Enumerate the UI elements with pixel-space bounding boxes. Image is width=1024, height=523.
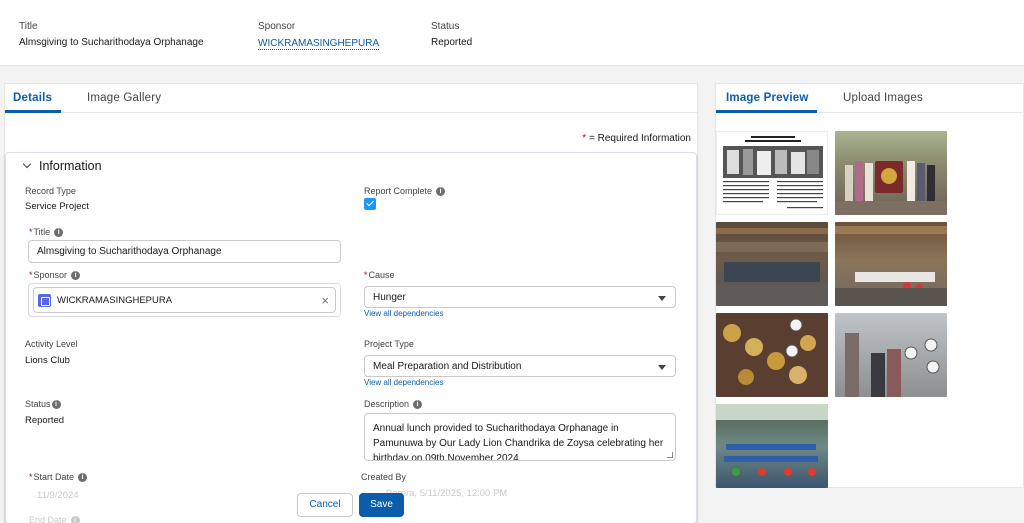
close-icon[interactable]: ×	[321, 293, 329, 308]
header-status-value: Reported	[431, 37, 473, 48]
resize-handle-icon[interactable]	[667, 452, 673, 458]
section-header[interactable]: Information	[22, 159, 102, 173]
header-status-label: Status	[431, 21, 460, 32]
tab-upload-images[interactable]: Upload Images	[843, 92, 923, 104]
newspaper-image-icon	[723, 136, 823, 209]
title-input[interactable]: Almsgiving to Sucharithodaya Orphanage	[28, 240, 341, 263]
gallery-image-group-photo[interactable]	[835, 131, 947, 215]
info-icon[interactable]: i	[436, 187, 446, 197]
required-info-text: = Required Information	[588, 133, 691, 144]
info-icon[interactable]: i	[78, 473, 88, 483]
required-star: *	[29, 472, 33, 482]
description-label: Description i	[364, 399, 423, 410]
status-label: Status i	[25, 399, 61, 410]
sponsor-pill[interactable]: WICKRAMASINGHEPURA ×	[33, 287, 336, 313]
header-title-value: Almsgiving to Sucharithodaya Orphanage	[19, 37, 204, 48]
start-date-label-text: Start Date	[33, 472, 75, 482]
required-info-note: * = Required Information	[582, 133, 691, 144]
record-type-value: Service Project	[25, 201, 89, 212]
record-header: Title Almsgiving to Sucharithodaya Orpha…	[0, 0, 1024, 66]
record-icon	[38, 293, 51, 307]
info-icon[interactable]: i	[71, 271, 81, 281]
sponsor-label: *Sponsor i	[29, 270, 81, 281]
gallery-image-food-1[interactable]	[716, 313, 828, 397]
info-icon[interactable]: i	[51, 400, 61, 410]
cause-select-value: Hunger	[373, 291, 406, 303]
cause-view-dependencies-link[interactable]: View all dependencies	[364, 309, 443, 318]
project-type-select-value: Meal Preparation and Distribution	[373, 360, 522, 372]
project-type-label: Project Type	[364, 339, 414, 349]
gallery-image-newspaper[interactable]	[716, 131, 828, 215]
tab-details[interactable]: Details	[13, 92, 52, 104]
description-label-text: Description	[364, 399, 410, 409]
required-star: *	[29, 227, 33, 237]
start-date-label: *Start Date i	[29, 472, 88, 483]
gallery-image-tables[interactable]	[716, 404, 828, 488]
report-complete-label: Report Complete i	[364, 186, 446, 197]
description-text: Annual lunch provided to Sucharithodaya …	[373, 423, 664, 461]
title-label: *Title i	[29, 227, 64, 238]
header-sponsor-label: Sponsor	[258, 21, 296, 32]
sponsor-pill-value: WICKRAMASINGHEPURA	[57, 294, 173, 306]
header-title-label: Title	[19, 21, 38, 32]
created-by-label: Created By	[361, 472, 407, 482]
info-icon[interactable]: i	[70, 516, 80, 523]
chevron-down-icon	[22, 159, 32, 169]
chevron-down-icon	[658, 296, 666, 301]
chevron-down-icon	[658, 365, 666, 370]
info-icon[interactable]: i	[413, 400, 423, 410]
food-photo-icon	[723, 318, 816, 385]
header-sponsor-link[interactable]: WICKRAMASINGHEPURA	[258, 38, 380, 50]
required-star: *	[29, 270, 33, 280]
children-photo-icon	[845, 333, 940, 397]
gallery-image-hall-1[interactable]	[716, 222, 828, 306]
end-date-label: End Date i	[29, 515, 80, 523]
cause-label-text: Cause	[368, 270, 395, 280]
information-section: Information Record Type Service Project …	[5, 152, 697, 523]
sponsor-label-text: Sponsor	[33, 270, 68, 280]
details-card: Details Image Gallery * = Required Infor…	[4, 83, 698, 523]
description-textarea[interactable]: Annual lunch provided to Sucharithodaya …	[364, 413, 676, 461]
tab-image-gallery[interactable]: Image Gallery	[87, 92, 161, 104]
end-date-label-text: End Date	[29, 515, 67, 523]
cause-label: *Cause	[364, 270, 395, 280]
report-complete-checkbox[interactable]	[364, 198, 376, 210]
info-icon[interactable]: i	[54, 228, 64, 238]
tab-image-preview-underline	[716, 110, 817, 113]
gallery-image-hall-2[interactable]	[835, 222, 947, 306]
project-type-view-dependencies-link[interactable]: View all dependencies	[364, 378, 443, 387]
image-panel: Image Preview Upload Images	[715, 83, 1024, 488]
save-button[interactable]: Save	[359, 493, 404, 517]
activity-level-label: Activity Level	[25, 339, 78, 349]
report-complete-label-text: Report Complete	[364, 186, 433, 196]
cause-select[interactable]: Hunger	[364, 286, 676, 308]
group-photo-icon	[835, 161, 947, 215]
required-star: *	[582, 133, 587, 144]
gallery-image-children[interactable]	[835, 313, 947, 397]
status-label-text: Status	[25, 399, 51, 409]
title-label-text: Title	[33, 227, 51, 237]
project-type-select[interactable]: Meal Preparation and Distribution	[364, 355, 676, 377]
tab-image-preview[interactable]: Image Preview	[726, 92, 809, 104]
image-tabbar: Image Preview Upload Images	[716, 84, 1023, 113]
status-value: Reported	[25, 415, 65, 426]
hall-photo-icon	[716, 228, 828, 306]
tab-details-underline	[5, 110, 61, 113]
record-type-label: Record Type	[25, 186, 76, 196]
hall-photo-icon	[835, 226, 947, 306]
cancel-button[interactable]: Cancel	[297, 493, 353, 517]
section-title: Information	[39, 159, 102, 173]
activity-level-value: Lions Club	[25, 355, 70, 366]
tables-photo-icon	[716, 404, 828, 476]
title-input-value: Almsgiving to Sucharithodaya Orphanage	[37, 246, 222, 257]
start-date-input[interactable]: 11/9/2024	[37, 490, 79, 501]
required-star: *	[364, 270, 368, 280]
details-tabbar: Details Image Gallery	[5, 84, 697, 113]
sponsor-lookup[interactable]: WICKRAMASINGHEPURA ×	[28, 283, 341, 317]
